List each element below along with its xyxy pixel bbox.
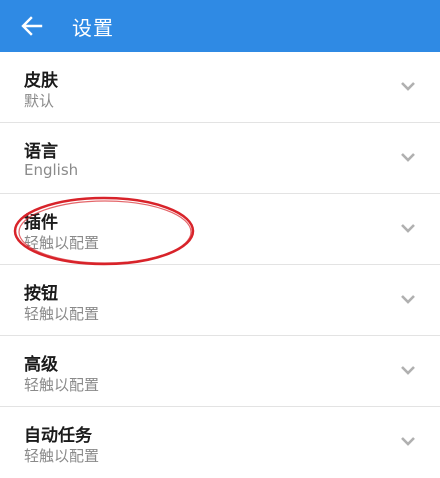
setting-label: 高级 [24,355,58,375]
setting-item-buttons[interactable]: 按钮 轻触以配置 [0,265,440,336]
chevron-down-icon [401,82,415,91]
setting-item-skin[interactable]: 皮肤 默认 [0,52,440,123]
setting-item-plugins[interactable]: 插件 轻触以配置 [0,194,440,265]
setting-value: 轻触以配置 [24,447,100,465]
chevron-down-icon [401,224,415,233]
setting-value: 轻触以配置 [24,305,100,323]
setting-label: 自动任务 [24,426,92,446]
chevron-down-icon [401,437,415,446]
setting-value: 轻触以配置 [24,376,100,394]
app-bar: 设置 [0,0,440,52]
arrow-left-icon [21,16,43,36]
page-title: 设置 [72,15,114,40]
setting-value: English [24,161,79,179]
chevron-down-icon [401,366,415,375]
setting-value: 轻触以配置 [24,234,100,252]
setting-label: 插件 [24,213,58,233]
setting-label: 语言 [24,142,58,162]
setting-label: 按钮 [24,284,58,304]
setting-item-auto-tasks[interactable]: 自动任务 轻触以配置 [0,407,440,478]
chevron-down-icon [401,295,415,304]
chevron-down-icon [401,153,415,162]
setting-item-advanced[interactable]: 高级 轻触以配置 [0,336,440,407]
setting-label: 皮肤 [24,71,58,91]
back-button[interactable] [17,11,47,41]
setting-item-language[interactable]: 语言 English [0,123,440,194]
setting-value: 默认 [24,92,55,110]
settings-list: 皮肤 默认 语言 English 插件 轻触以配置 按钮 轻触以配置 高级 轻触… [0,52,440,478]
